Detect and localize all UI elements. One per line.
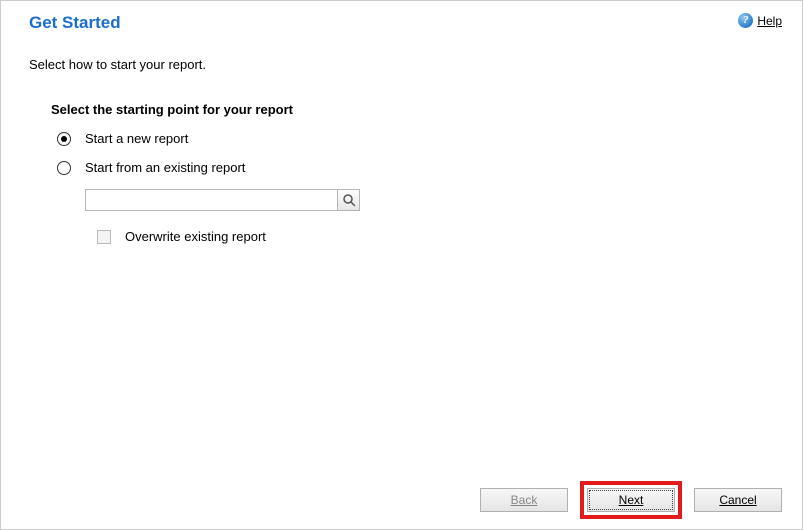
help-label: Help xyxy=(757,14,782,28)
overwrite-checkbox[interactable] xyxy=(97,230,111,244)
section-heading: Select the starting point for your repor… xyxy=(51,102,802,117)
back-button[interactable]: Back xyxy=(480,488,568,512)
cancel-button-label: Cancel xyxy=(719,493,756,507)
radio-label: Start from an existing report xyxy=(85,160,245,175)
radio-button[interactable] xyxy=(57,132,71,146)
search-icon xyxy=(342,193,356,207)
lookup-button[interactable] xyxy=(337,190,359,210)
existing-report-input[interactable] xyxy=(86,190,337,210)
help-link[interactable]: ? Help xyxy=(738,13,782,28)
next-button[interactable]: Next xyxy=(587,488,675,512)
radio-label: Start a new report xyxy=(85,131,188,146)
radio-button[interactable] xyxy=(57,161,71,175)
existing-report-lookup xyxy=(85,189,360,211)
next-button-highlight: Next xyxy=(580,481,682,519)
help-icon: ? xyxy=(738,13,753,28)
instruction-text: Select how to start your report. xyxy=(1,37,802,82)
overwrite-label: Overwrite existing report xyxy=(125,229,266,244)
wizard-footer: Back Next Cancel xyxy=(480,481,782,519)
radio-option-new-report[interactable]: Start a new report xyxy=(51,131,802,146)
overwrite-checkbox-row[interactable]: Overwrite existing report xyxy=(85,229,802,244)
radio-option-existing-report[interactable]: Start from an existing report xyxy=(51,160,802,175)
cancel-button[interactable]: Cancel xyxy=(694,488,782,512)
page-title: Get Started xyxy=(29,13,121,33)
back-button-label: Back xyxy=(511,493,538,507)
next-button-label: Next xyxy=(619,493,644,507)
